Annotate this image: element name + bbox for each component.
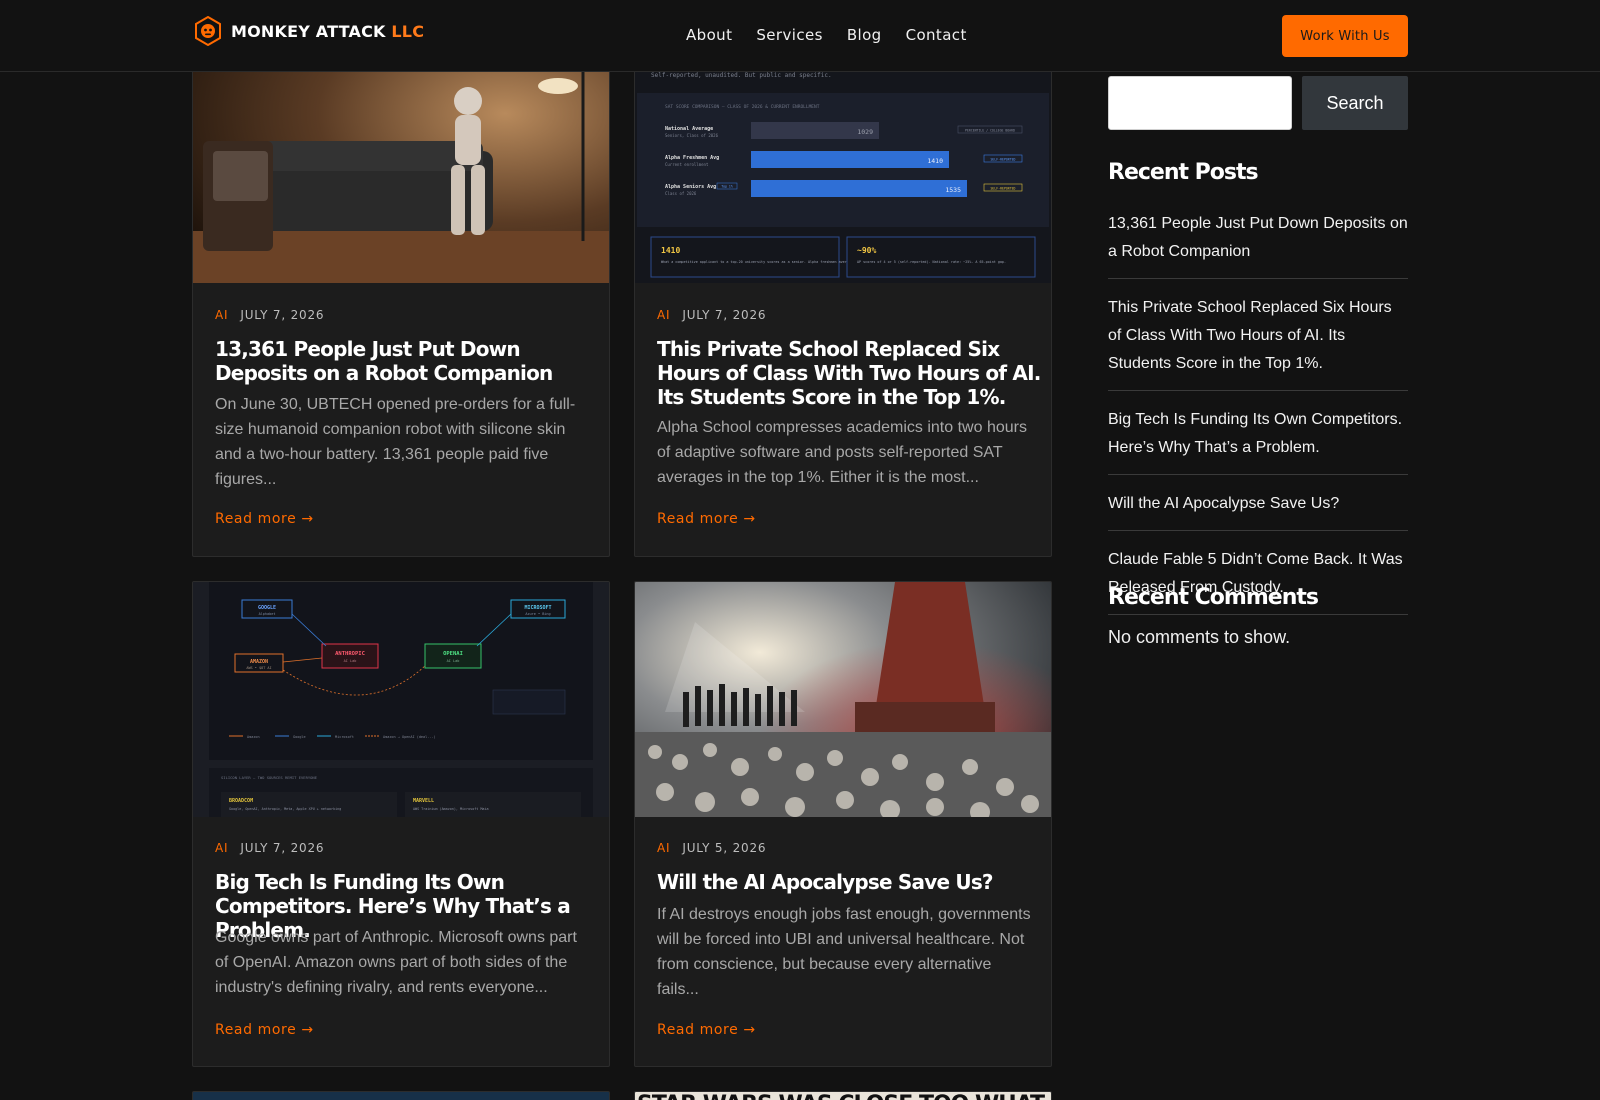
post-card: Self-reported, unaudited. But public and… xyxy=(634,40,1052,557)
node-label: ANTHROPIC xyxy=(335,651,365,657)
post-category[interactable]: AI xyxy=(215,841,228,855)
image-row-tag: SELF-REPORTED xyxy=(991,158,1016,162)
read-more-link[interactable]: Read more → xyxy=(657,1022,756,1038)
recent-post-link[interactable]: This Private School Replaced Six Hours o… xyxy=(1108,288,1408,391)
no-comments-text: No comments to show. xyxy=(1108,627,1291,647)
image-row-value: 1410 xyxy=(927,157,943,165)
post-date: JULY 7, 2026 xyxy=(240,841,325,855)
post-meta: AI JULY 7, 2026 xyxy=(215,308,324,322)
recent-posts-list: 13,361 People Just Put Down Deposits on … xyxy=(1108,204,1408,624)
image-row-sub: Class of 2026 xyxy=(665,191,697,196)
post-image-apocalypse[interactable] xyxy=(635,582,1051,817)
image-stat-value: ~90% xyxy=(857,246,876,255)
image-stat-text: AP scores of 4 or 5 (self-reported). Nat… xyxy=(857,260,1006,264)
post-category[interactable]: AI xyxy=(657,308,670,322)
read-more-link[interactable]: Read more → xyxy=(215,511,314,527)
recent-post-link[interactable]: 13,361 People Just Put Down Deposits on … xyxy=(1108,204,1408,279)
node-sub: Azure • Bing xyxy=(525,612,550,616)
post-title[interactable]: Will the AI Apocalypse Save Us? xyxy=(657,870,1037,894)
post-date: JULY 7, 2026 xyxy=(240,308,325,322)
image-row-sub: Current enrollment xyxy=(665,162,709,167)
legend-entry: Amazon xyxy=(247,735,260,739)
post-date: JULY 7, 2026 xyxy=(682,308,767,322)
read-more-link[interactable]: Read more → xyxy=(215,1022,314,1038)
nav-about[interactable]: About xyxy=(686,26,732,44)
post-meta: AI JULY 7, 2026 xyxy=(215,841,324,855)
read-more-link[interactable]: Read more → xyxy=(657,511,756,527)
nav-contact[interactable]: Contact xyxy=(906,26,967,44)
post-category[interactable]: AI xyxy=(657,841,670,855)
post-date: JULY 5, 2026 xyxy=(682,841,767,855)
post-excerpt: Google owns part of Anthropic. Microsoft… xyxy=(215,929,577,996)
node-sub: Alphabet xyxy=(259,612,276,616)
main-nav: About Services Blog Contact xyxy=(686,26,991,44)
logo-text: MONKEY ATTACK LLC xyxy=(231,21,425,41)
site-header: MONKEY ATTACK LLC About Services Blog Co… xyxy=(0,0,1600,72)
chip-label: BROADCOM xyxy=(229,798,253,804)
post-card-partial[interactable]: STAR WARS WAS CLOSE TOO WHAT GEORGE xyxy=(634,1091,1052,1100)
node-sub: AI Lab xyxy=(344,659,357,663)
image-stat-value: 1410 xyxy=(661,246,680,255)
image-row-sub: Seniors, Class of 2026 xyxy=(665,133,719,138)
node-label: AMAZON xyxy=(250,659,268,665)
node-label: GOOGLE xyxy=(258,605,276,611)
legend-entry: Amazon → OpenAI (deal...) xyxy=(383,735,436,739)
chip-label: MARVELL xyxy=(413,798,434,804)
node-label: OPENAI xyxy=(443,651,463,657)
image-chart-title: SAT SCORE COMPARISON — CLASS OF 2026 & C… xyxy=(665,104,820,110)
post-image-sat-chart[interactable]: Self-reported, unaudited. But public and… xyxy=(635,41,1051,283)
monkey-logo-icon xyxy=(195,16,221,46)
nav-services[interactable]: Services xyxy=(756,26,822,44)
post-excerpt: Alpha School compresses academics into t… xyxy=(657,419,1027,486)
image-row-tag: PERCENTILE / COLLEGE BOARD xyxy=(965,129,1015,133)
post-title[interactable]: This Private School Replaced Six Hours o… xyxy=(657,337,1041,409)
post-excerpt: If AI destroys enough jobs fast enough, … xyxy=(657,906,1031,998)
diagram-bottom-title: SILICON LAYER — TWO SOURCES REMIT EVERYO… xyxy=(221,775,318,780)
node-sub: AI Lab xyxy=(447,659,460,663)
node-label: MICROSOFT xyxy=(524,605,551,611)
post-image-network-diagram[interactable]: GOOGLE Alphabet MICROSOFT Azure • Bing A… xyxy=(193,582,609,817)
image-row-label: Alpha Freshmen Avg xyxy=(665,155,719,161)
post-category[interactable]: AI xyxy=(215,308,228,322)
post-card: GOOGLE Alphabet MICROSOFT Azure • Bing A… xyxy=(192,581,610,1067)
image-row-value: 1029 xyxy=(857,128,873,136)
chip-sub: AWS Trainium (Amazon), Microsoft Maia xyxy=(413,807,489,811)
search-input[interactable] xyxy=(1108,76,1292,130)
image-caption: Self-reported, unaudited. But public and… xyxy=(651,72,832,79)
image-row-badge: Top 1% xyxy=(721,185,733,189)
image-row-label: National Average xyxy=(665,126,713,132)
recent-comments-title: Recent Comments xyxy=(1108,585,1319,610)
site-logo[interactable]: MONKEY ATTACK LLC xyxy=(193,16,424,46)
post-meta: AI JULY 5, 2026 xyxy=(657,841,766,855)
chip-sub: Google, OpenAI, Anthropic, Meta, Apple X… xyxy=(229,807,341,811)
partial-post-title: STAR WARS WAS CLOSE TOO WHAT GEORGE xyxy=(637,1092,1051,1100)
post-meta: AI JULY 7, 2026 xyxy=(657,308,766,322)
post-card-partial[interactable] xyxy=(192,1091,610,1100)
node-sub: AWS • $8T AI xyxy=(246,666,271,670)
image-row-tag: SELF-REPORTED xyxy=(991,187,1016,191)
image-row-label: Alpha Seniors Avg xyxy=(665,184,716,190)
legend-entry: Google xyxy=(293,735,306,739)
post-card: AI JULY 7, 2026 13,361 People Just Put Do… xyxy=(192,40,610,557)
legend-entry: Microsoft xyxy=(335,735,354,739)
recent-posts-title: Recent Posts xyxy=(1108,160,1259,185)
work-with-us-button[interactable]: Work With Us xyxy=(1282,15,1408,57)
recent-post-link[interactable]: Big Tech Is Funding Its Own Competitors.… xyxy=(1108,400,1408,475)
post-image-robot[interactable] xyxy=(193,41,609,283)
recent-post-link[interactable]: Will the AI Apocalypse Save Us? xyxy=(1108,484,1408,531)
nav-blog[interactable]: Blog xyxy=(847,26,882,44)
image-row-value: 1535 xyxy=(945,186,961,194)
image-stat-text: What a competitive applicant to a top-20… xyxy=(661,260,861,264)
search-button[interactable]: Search xyxy=(1302,76,1408,130)
post-card: AI JULY 5, 2026 Will the AI Apocalypse Sa… xyxy=(634,581,1052,1067)
post-title[interactable]: 13,361 People Just Put Down Deposits on … xyxy=(215,337,595,385)
post-excerpt: On June 30, UBTECH opened pre-orders for… xyxy=(215,396,576,488)
